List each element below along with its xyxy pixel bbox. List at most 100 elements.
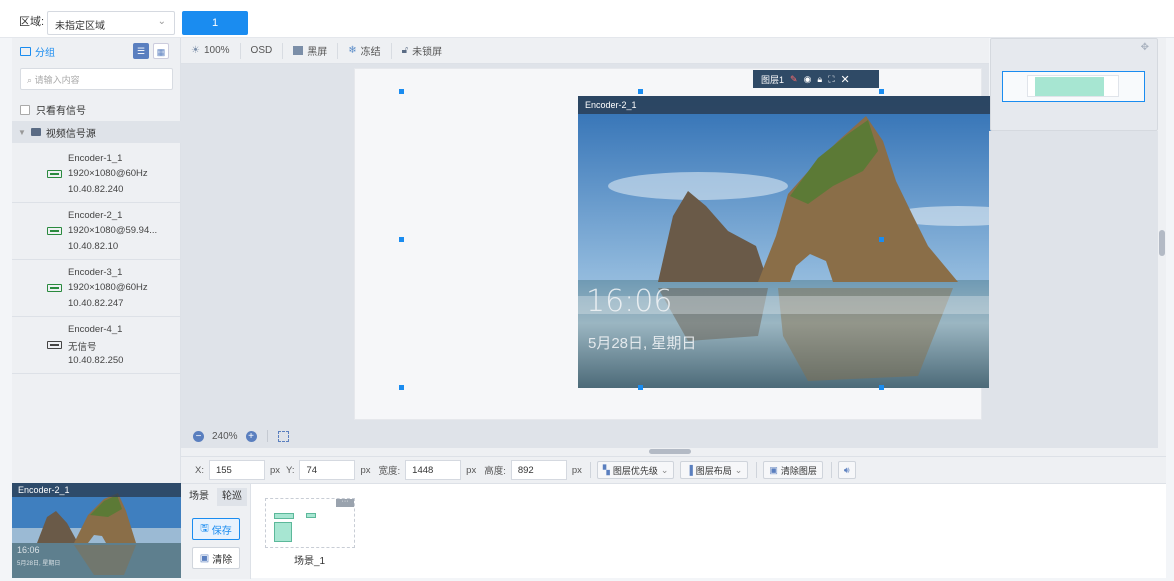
y-input[interactable] <box>299 460 356 480</box>
height-input[interactable] <box>510 460 567 480</box>
resize-handle[interactable] <box>638 89 643 94</box>
grid-view-icon[interactable]: ▦ <box>153 43 169 59</box>
height-label: 高度: <box>484 466 506 477</box>
resize-handle[interactable] <box>399 89 404 94</box>
video-window[interactable]: Encoder-2_1 16:06 5月28日, 星期日 <box>578 96 1053 388</box>
tree-root[interactable]: ▼ 视频信号源 <box>12 121 181 143</box>
layer-layout-label: 图层布局 <box>695 465 732 476</box>
region-value: 未指定区域 <box>55 21 105 32</box>
tab-scene[interactable]: 场景 <box>184 488 214 506</box>
px-unit: px <box>360 464 371 476</box>
search-icon: ⌕ <box>27 75 33 85</box>
layers-icon: ▚ <box>602 464 610 475</box>
region-select[interactable]: 未指定区域 ⌄ <box>47 11 175 35</box>
source-ip: 10.40.82.247 <box>68 298 124 309</box>
clear-layers-button[interactable]: ▣ 清除图层 <box>763 461 823 479</box>
group-label: 分组 <box>35 47 55 59</box>
audio-button[interactable]: 🔊︎ <box>837 461 856 479</box>
source-ip: 10.40.82.240 <box>68 184 124 195</box>
minimap-screen <box>1027 75 1119 97</box>
resize-handle[interactable] <box>638 385 643 390</box>
eye-icon[interactable]: ◉ <box>804 74 812 85</box>
source-item[interactable]: Encoder-1_1 1920×1080@60Hz 10.40.82.240 <box>12 146 181 203</box>
tab-tour[interactable]: 轮巡 <box>217 488 247 506</box>
top-bar: 区域: 未指定区域 ⌄ 1 <box>0 0 1174 38</box>
eraser-icon[interactable]: ✎ <box>790 74 798 85</box>
clock-time: 16:06 <box>586 284 673 319</box>
source-resolution: 1920×1080@60Hz <box>68 168 148 179</box>
clear-icon: ▣ <box>199 552 210 564</box>
source-resolution: 1920×1080@60Hz <box>68 282 148 293</box>
clear-button[interactable]: ▣ 清除 <box>192 547 240 569</box>
close-icon[interactable]: ✕ <box>841 73 850 86</box>
source-preview: Encoder-2_1 16:06 5月28日, 星期日 <box>12 483 181 578</box>
layer-priority-button[interactable]: ▚ 图层优先级 ⌄ <box>596 461 675 479</box>
scroll-thumb[interactable] <box>649 449 691 454</box>
vertical-scrollbar[interactable] <box>1158 38 1166 448</box>
scene-window <box>306 513 316 518</box>
list-view-icon[interactable]: ☰ <box>133 43 149 59</box>
search-placeholder: 请输入内容 <box>34 75 80 85</box>
caret-down-icon: ▼ <box>18 127 26 137</box>
px-unit: px <box>466 464 477 476</box>
zoom-out-icon[interactable]: − <box>193 430 204 442</box>
scroll-thumb[interactable] <box>1159 230 1165 256</box>
clear-layers-label: 清除图层 <box>780 465 817 476</box>
canvas-area[interactable]: Encoder-2_1 16:06 5月28日, 星期日 图层1 ✎ ◉ 🔒︎ … <box>181 64 1053 448</box>
source-name: Encoder-3_1 <box>68 267 123 278</box>
save-label: 保存 <box>211 525 232 537</box>
minimap-viewport[interactable] <box>1002 71 1145 102</box>
video-title: Encoder-2_1 <box>585 100 637 110</box>
minimap[interactable]: ✥ <box>990 38 1158 131</box>
resize-handle[interactable] <box>399 385 404 390</box>
x-input[interactable] <box>208 460 265 480</box>
only-signal-label: 只看有信号 <box>36 106 86 117</box>
move-icon[interactable]: ✥ <box>1141 42 1149 53</box>
lock-icon[interactable]: 🔒︎ <box>817 74 822 85</box>
divider <box>830 462 832 478</box>
black-screen-label: 黑屏 <box>307 47 328 58</box>
only-signal-checkbox[interactable] <box>20 104 30 115</box>
black-screen-button[interactable]: 黑屏 <box>283 42 339 59</box>
freeze-button[interactable]: ❄ 冻结 <box>338 42 392 59</box>
horizontal-scrollbar[interactable] <box>181 448 1166 456</box>
save-icon: 🖫︎ <box>200 522 209 534</box>
layer-layout-button[interactable]: ▐ 图层布局 ⌄ <box>680 461 749 479</box>
fit-screen-icon[interactable] <box>277 430 289 442</box>
layer-action-bar: 图层1 ✎ ◉ 🔒︎ ⛶ ✕ <box>753 70 879 88</box>
more-icon[interactable]: ··· <box>336 498 354 507</box>
osd-label: OSD <box>250 45 273 56</box>
screen-tab-1[interactable]: 1 <box>182 11 248 35</box>
chevron-down-icon: ⌄ <box>660 464 669 475</box>
source-item[interactable]: Encoder-2_1 1920×1080@59.94... 10.40.82.… <box>12 203 181 260</box>
position-bar: X: px Y: px 宽度: px 高度: px ▚ 图层优先级 ⌄ ▐ 图层… <box>181 456 1166 483</box>
source-name: Encoder-2_1 <box>68 210 123 221</box>
scene-card[interactable]: ··· <box>265 498 355 548</box>
resize-handle[interactable] <box>879 237 884 242</box>
sun-icon: ☀ <box>191 45 200 56</box>
width-input[interactable] <box>405 460 462 480</box>
save-button[interactable]: 🖫︎ 保存 <box>192 518 240 540</box>
source-panel: 分组 ☰ ▦ ⌕ 请输入内容 只看有信号 ▼ 视频信号源 Encoder-1_1… <box>12 38 181 483</box>
search-input[interactable]: ⌕ 请输入内容 <box>20 68 173 90</box>
snowflake-icon: ❄ <box>348 45 357 56</box>
clear-label: 清除 <box>212 554 233 566</box>
only-signal-toggle[interactable]: 只看有信号 <box>20 102 86 117</box>
lock-button[interactable]: 🔓︎ 未锁屏 <box>392 43 452 59</box>
source-ip: 10.40.82.10 <box>68 241 119 252</box>
fullscreen-icon[interactable]: ⛶ <box>828 74 834 85</box>
resize-handle[interactable] <box>399 237 404 242</box>
zoom-fit-button[interactable]: ☀ 100% <box>181 42 241 59</box>
hdmi-icon <box>47 341 62 349</box>
layer-label: 图层1 <box>761 74 785 85</box>
zoom-in-icon[interactable]: + <box>245 430 257 442</box>
layout-icon: ▐ <box>686 465 693 475</box>
resize-handle[interactable] <box>879 385 884 390</box>
screen-canvas[interactable]: Encoder-2_1 16:06 5月28日, 星期日 <box>354 68 1053 420</box>
divider <box>756 462 758 478</box>
source-item[interactable]: Encoder-3_1 1920×1080@60Hz 10.40.82.247 <box>12 260 181 317</box>
resize-handle[interactable] <box>879 89 884 94</box>
scene-panel: 场景 轮巡 🖫︎ 保存 ▣ 清除 ··· 场景_1 <box>181 483 1166 579</box>
osd-button[interactable]: OSD <box>241 42 284 59</box>
source-item[interactable]: Encoder-4_1 无信号 10.40.82.250 <box>12 317 181 374</box>
